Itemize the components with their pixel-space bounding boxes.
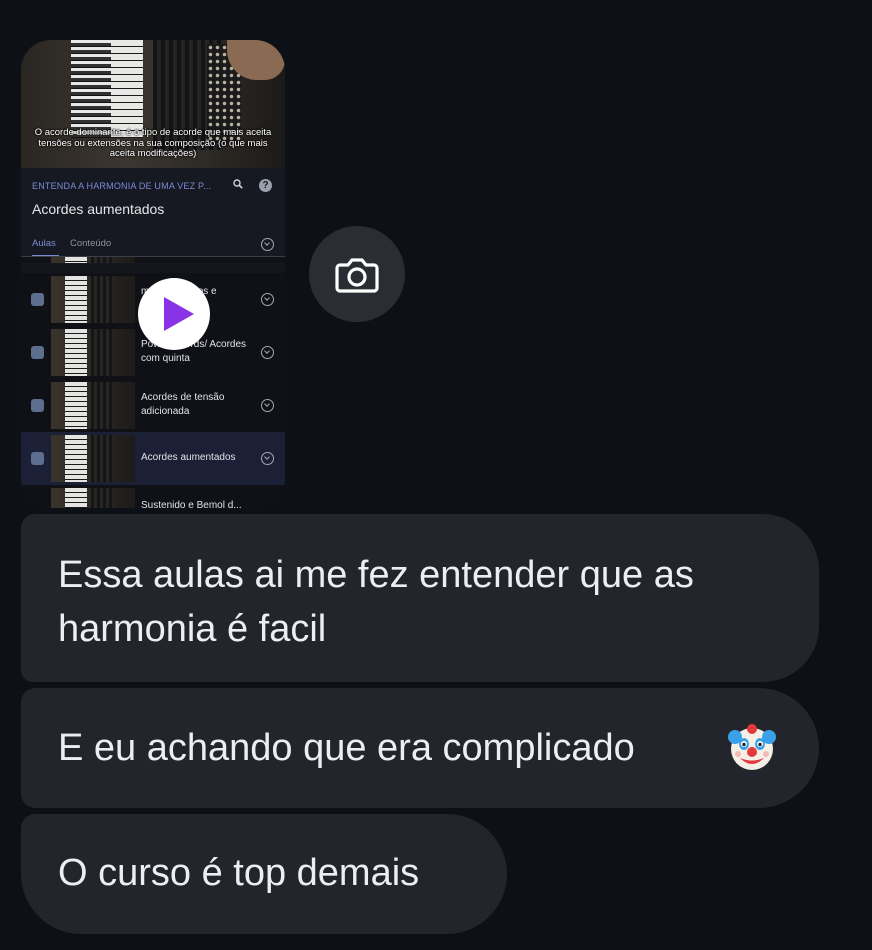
course-title: Acordes aumentados: [32, 201, 165, 217]
tab-aulas[interactable]: Aulas: [32, 238, 56, 249]
message-bubble[interactable]: Essa aulas ai me fez entender que as har…: [21, 514, 819, 682]
download-icon[interactable]: [261, 346, 274, 359]
camera-icon[interactable]: [309, 226, 405, 322]
video-subtitle: O acorde dominante, é o tipo de acorde q…: [34, 127, 272, 159]
lesson-thumbnail: [51, 488, 135, 508]
lesson-title: Sustenido e Bemol d...: [141, 500, 242, 508]
lesson-row[interactable]: Acordes de tensão adicionada: [21, 379, 285, 432]
tab-conteudo[interactable]: Conteúdo: [70, 238, 111, 249]
lesson-thumbnail: [51, 435, 135, 482]
play-icon[interactable]: [138, 278, 210, 350]
lesson-row-partial: [21, 257, 285, 263]
shared-video-card[interactable]: O acorde dominante, é o tipo de acorde q…: [21, 40, 285, 508]
lesson-thumbnail: [51, 257, 135, 263]
search-icon[interactable]: [233, 179, 243, 192]
clown-face-icon: [728, 724, 776, 770]
video-frame: O acorde dominante, é o tipo de acorde q…: [21, 40, 285, 168]
download-icon[interactable]: [261, 238, 274, 251]
lesson-checkbox[interactable]: [31, 293, 44, 306]
message-bubble[interactable]: O curso é top demais: [21, 814, 507, 934]
message-bubble[interactable]: E eu achando que era complicado: [21, 688, 819, 808]
course-kicker: ENTENDA A HARMONIA DE UMA VEZ P...: [32, 181, 212, 191]
lesson-thumbnail: [51, 329, 135, 376]
download-icon[interactable]: [261, 399, 274, 412]
message-text: Essa aulas ai me fez entender que as har…: [58, 554, 694, 650]
lesson-thumbnail: [51, 382, 135, 429]
lesson-title: Acordes de tensão adicionada: [141, 392, 225, 417]
download-icon[interactable]: [261, 293, 274, 306]
lesson-title: Acordes aumentados: [141, 452, 236, 463]
message-text: E eu achando que era complicado: [58, 727, 635, 769]
lesson-checkbox[interactable]: [31, 399, 44, 412]
lesson-checkbox[interactable]: [31, 346, 44, 359]
help-icon[interactable]: ?: [259, 179, 272, 192]
lesson-checkbox[interactable]: [31, 452, 44, 465]
lesson-thumbnail: [51, 276, 135, 323]
lesson-row-active[interactable]: Acordes aumentados: [21, 432, 285, 485]
message-text: O curso é top demais: [58, 852, 420, 894]
download-icon[interactable]: [261, 452, 274, 465]
course-header: ENTENDA A HARMONIA DE UMA VEZ P... ? Aco…: [21, 168, 285, 264]
lesson-row[interactable]: Sustenido e Bemol d...: [21, 485, 285, 508]
accordion-black-keys: [71, 40, 111, 138]
